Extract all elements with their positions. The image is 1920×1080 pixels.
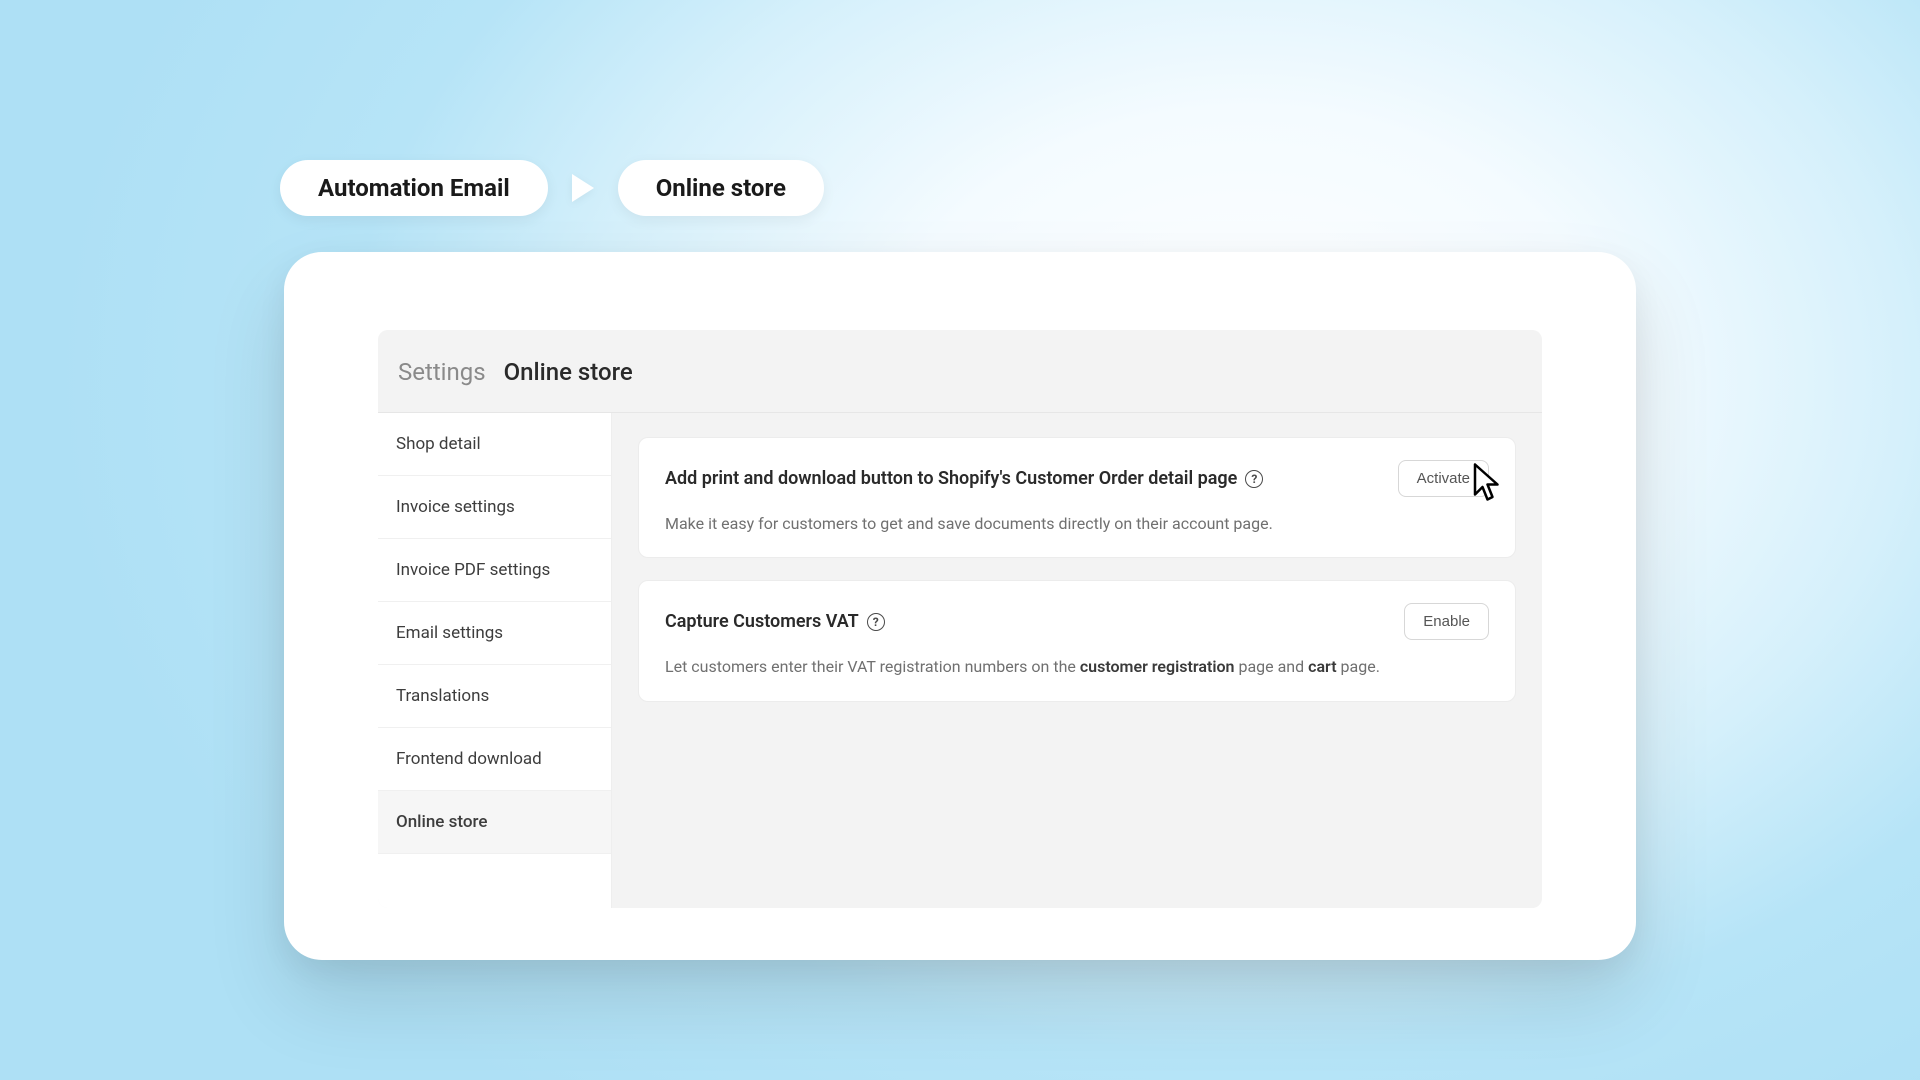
content-area: Add print and download button to Shopify… (612, 413, 1542, 908)
card-title: Add print and download button to Shopify… (665, 468, 1263, 489)
activate-button[interactable]: Activate (1398, 460, 1489, 497)
desc-part: Let customers enter their VAT registrati… (665, 657, 1080, 676)
sidebar-item-email-settings[interactable]: Email settings (378, 602, 611, 665)
sidebar-item-translations[interactable]: Translations (378, 665, 611, 728)
desc-bold: cart (1308, 657, 1336, 676)
card-print-download: Add print and download button to Shopify… (638, 437, 1516, 558)
enable-button[interactable]: Enable (1404, 603, 1489, 640)
sidebar-item-label: Shop detail (396, 434, 481, 454)
sidebar-item-label: Invoice settings (396, 497, 515, 517)
sidebar-item-label: Frontend download (396, 749, 542, 769)
card-capture-vat: Capture Customers VAT ? Enable Let custo… (638, 580, 1516, 701)
help-icon[interactable]: ? (867, 613, 885, 631)
desc-bold: customer registration (1080, 657, 1235, 676)
sidebar: Shop detail Invoice settings Invoice PDF… (378, 413, 612, 908)
panel-crumb-leaf: Online store (504, 358, 633, 386)
card-title-text: Capture Customers VAT (665, 611, 859, 632)
card-description: Make it easy for customers to get and sa… (665, 513, 1489, 535)
card-title: Capture Customers VAT ? (665, 611, 885, 632)
panel-header: Settings Online store (378, 330, 1542, 413)
breadcrumb-prev[interactable]: Automation Email (280, 160, 548, 216)
breadcrumb: Automation Email Online store (280, 160, 824, 216)
help-icon[interactable]: ? (1245, 470, 1263, 488)
sidebar-item-label: Translations (396, 686, 489, 706)
desc-part: page and (1234, 657, 1308, 676)
app-window: Settings Online store Shop detail Invoic… (284, 252, 1636, 960)
card-description: Let customers enter their VAT registrati… (665, 656, 1489, 678)
breadcrumb-current[interactable]: Online store (618, 160, 824, 216)
sidebar-item-label: Email settings (396, 623, 503, 643)
sidebar-item-label: Online store (396, 812, 487, 832)
panel-body: Shop detail Invoice settings Invoice PDF… (378, 413, 1542, 908)
sidebar-item-invoice-pdf-settings[interactable]: Invoice PDF settings (378, 539, 611, 602)
sidebar-item-frontend-download[interactable]: Frontend download (378, 728, 611, 791)
chevron-right-icon (572, 174, 594, 202)
panel-crumb-root: Settings (398, 358, 486, 386)
settings-panel: Settings Online store Shop detail Invoic… (378, 330, 1542, 908)
card-title-text: Add print and download button to Shopify… (665, 468, 1237, 489)
sidebar-item-shop-detail[interactable]: Shop detail (378, 413, 611, 476)
sidebar-item-label: Invoice PDF settings (396, 560, 550, 580)
sidebar-item-invoice-settings[interactable]: Invoice settings (378, 476, 611, 539)
sidebar-item-online-store[interactable]: Online store (378, 791, 611, 854)
desc-part: page. (1337, 657, 1380, 676)
